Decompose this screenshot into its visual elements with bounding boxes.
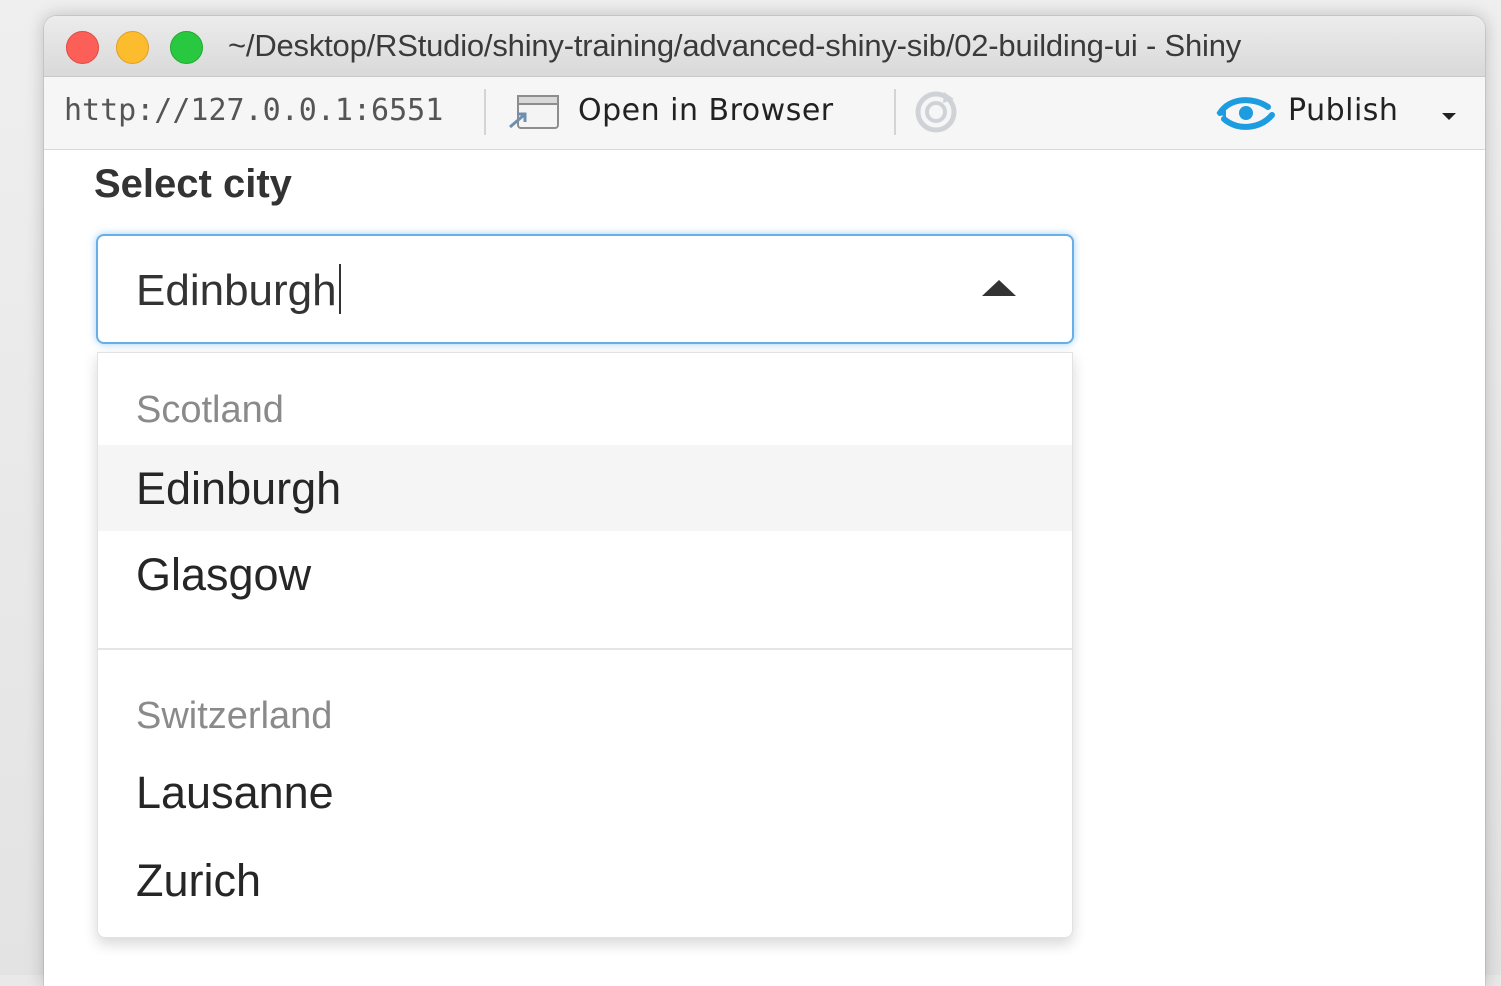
select-city-label: Select city xyxy=(94,162,292,206)
publish-dropdown-caret-icon[interactable] xyxy=(1442,113,1456,120)
option-zurich[interactable]: Zurich xyxy=(98,837,1072,923)
city-dropdown-menu: Scotland Edinburgh Glasgow Switzerland L… xyxy=(97,352,1073,938)
viewer-toolbar: http://127.0.0.1:6551 Open in Browser Pu… xyxy=(44,77,1485,150)
window-title: ~/Desktop/RStudio/shiny-training/advance… xyxy=(228,28,1242,63)
option-label: Lausanne xyxy=(136,767,334,818)
open-in-browser-icon xyxy=(506,93,562,138)
option-label: Edinburgh xyxy=(136,463,342,514)
refresh-icon xyxy=(910,91,962,141)
shiny-viewer-window: ~/Desktop/RStudio/shiny-training/advance… xyxy=(44,16,1485,986)
desktop-background: ~/Desktop/RStudio/shiny-training/advance… xyxy=(0,0,1501,986)
publish-button[interactable]: Publish xyxy=(1216,87,1466,137)
open-in-browser-label: Open in Browser xyxy=(578,93,834,128)
city-select-value[interactable]: Edinburgh xyxy=(136,264,341,316)
minimize-window-button[interactable] xyxy=(116,31,149,64)
text-cursor xyxy=(338,264,341,314)
optgroup-header-switzerland: Switzerland xyxy=(136,695,333,737)
caret-up-icon[interactable] xyxy=(982,280,1016,296)
refresh-button[interactable] xyxy=(910,87,962,142)
option-lausanne[interactable]: Lausanne xyxy=(98,749,1072,835)
open-in-browser-button[interactable]: Open in Browser xyxy=(506,87,866,137)
close-window-button[interactable] xyxy=(66,31,99,64)
toolbar-separator xyxy=(484,89,486,135)
title-bar[interactable]: ~/Desktop/RStudio/shiny-training/advance… xyxy=(44,16,1485,77)
option-label: Zurich xyxy=(136,855,262,906)
optgroup-divider xyxy=(98,648,1072,650)
city-select-input[interactable]: Edinburgh xyxy=(96,234,1074,344)
app-url: http://127.0.0.1:6551 xyxy=(64,93,444,128)
option-label: Glasgow xyxy=(136,549,312,600)
publish-label: Publish xyxy=(1288,93,1399,128)
optgroup-header-scotland: Scotland xyxy=(136,389,284,431)
publish-icon xyxy=(1216,91,1276,140)
option-glasgow[interactable]: Glasgow xyxy=(98,531,1072,617)
toolbar-separator xyxy=(894,89,896,135)
app-content: Select city Edinburgh Scotland Edinburgh… xyxy=(44,150,1485,986)
zoom-window-button[interactable] xyxy=(170,31,203,64)
option-edinburgh[interactable]: Edinburgh xyxy=(98,445,1072,531)
